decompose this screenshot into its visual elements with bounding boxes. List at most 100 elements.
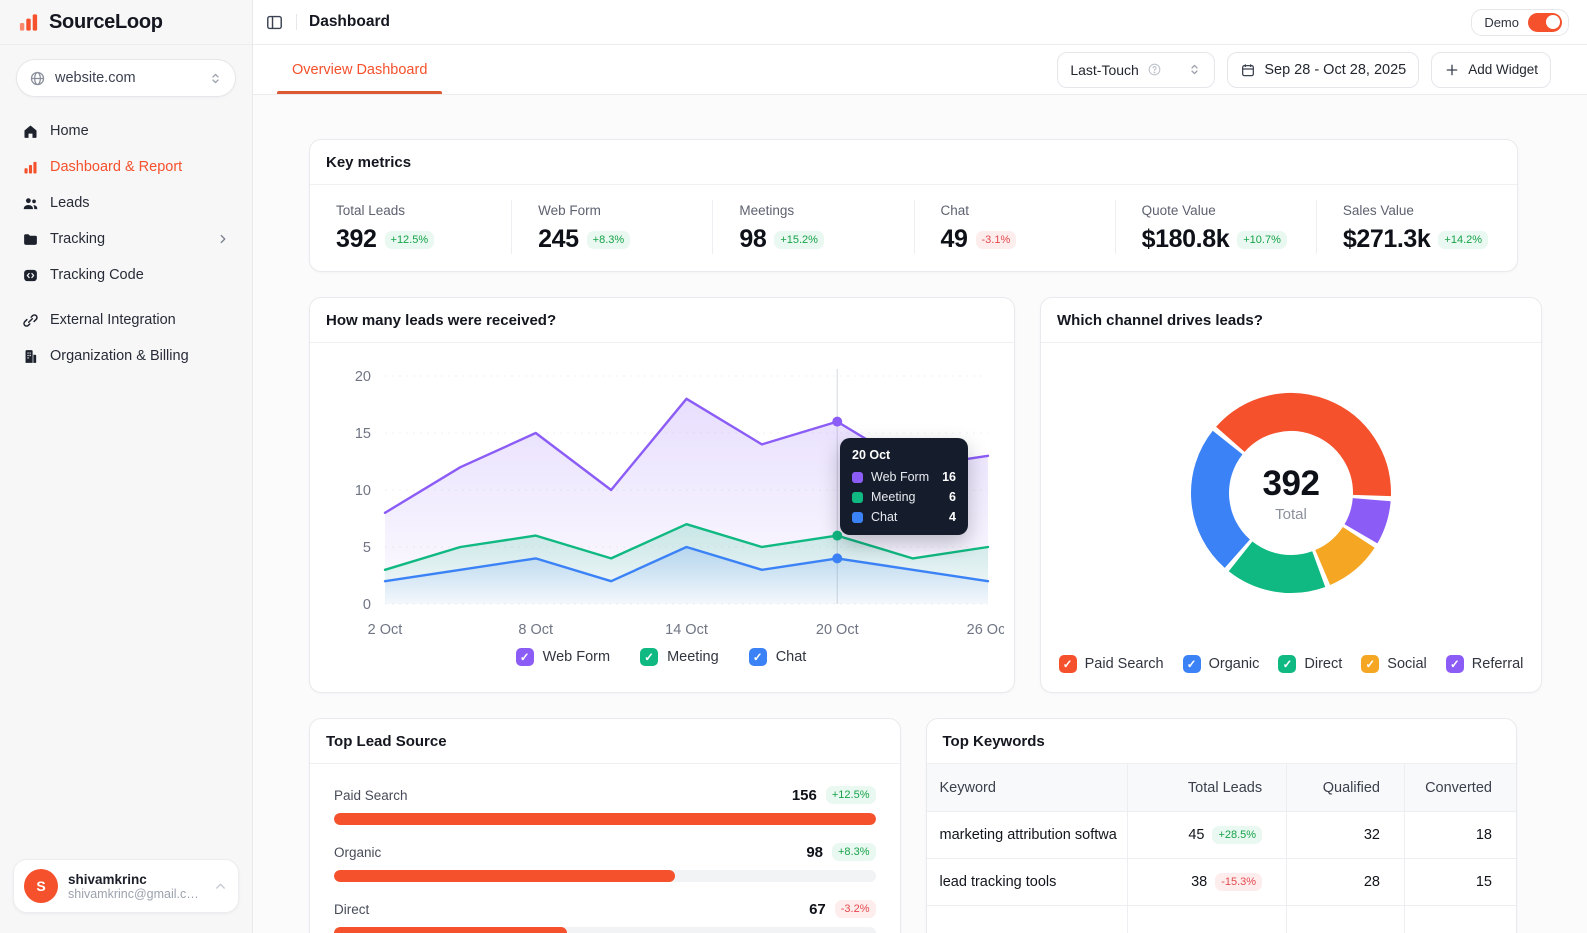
legend-social[interactable]: Social <box>1361 655 1427 673</box>
sidebar-item-dashboard-report[interactable]: Dashboard & Report <box>12 149 240 185</box>
divider <box>296 14 297 30</box>
page-title: Dashboard <box>309 13 390 31</box>
lead-source-row-paid-search: Paid Search 156+12.5% <box>334 786 876 825</box>
checkbox-icon <box>1361 655 1379 673</box>
sidebar-item-tracking[interactable]: Tracking <box>12 221 240 257</box>
checkbox-icon <box>516 648 534 666</box>
sidebar-toggle-icon[interactable] <box>265 13 284 32</box>
demo-label: Demo <box>1484 15 1519 30</box>
chevron-up-down-icon <box>208 71 223 86</box>
link-icon <box>22 312 39 329</box>
checkbox-icon <box>1446 655 1464 673</box>
svg-text:5: 5 <box>363 540 371 556</box>
sidebar-item-organization-billing[interactable]: Organization & Billing <box>12 338 240 374</box>
date-range-value: Sep 28 - Oct 28, 2025 <box>1264 62 1406 78</box>
svg-text:8 Oct: 8 Oct <box>518 622 553 638</box>
key-metrics-title: Key metrics <box>326 154 411 171</box>
donut-legend: Paid Search Organic Direct Social Referr… <box>1059 655 1524 673</box>
demo-toggle-pill: Demo <box>1471 9 1569 36</box>
lead-source-row-organic: Organic 98+8.3% <box>334 843 876 882</box>
change-badge: +12.5% <box>385 231 435 249</box>
svg-text:15: 15 <box>355 426 371 442</box>
website-selector[interactable]: website.com <box>16 59 236 97</box>
svg-text:0: 0 <box>363 597 371 613</box>
col-qualified: Qualified <box>1286 764 1404 812</box>
sidebar-item-leads[interactable]: Leads <box>12 185 240 221</box>
metric-quote-value: Quote Value $180.8k+10.7% <box>1115 200 1316 254</box>
top-keywords-card: Top Keywords Keyword Total Leads Qualifi… <box>926 718 1518 933</box>
leads-received-card: How many leads were received? 051015202 … <box>309 297 1015 693</box>
demo-switch[interactable] <box>1528 13 1562 32</box>
sidebar: SourceLoop website.com Home Dashboard & … <box>0 0 253 933</box>
sidebar-item-external-integration[interactable]: External Integration <box>12 302 240 338</box>
brand-logo: SourceLoop <box>0 0 252 45</box>
svg-text:26 Oct: 26 Oct <box>967 622 1004 638</box>
user-profile[interactable]: S shivamkrinc shivamkrinc@gmail.com <box>13 859 239 913</box>
change-badge: +12.5% <box>826 786 876 804</box>
legend-referral[interactable]: Referral <box>1446 655 1524 673</box>
home-icon <box>22 123 39 140</box>
top-lead-source-card: Top Lead Source Paid Search 156+12.5% Or… <box>309 718 901 933</box>
legend-organic[interactable]: Organic <box>1183 655 1260 673</box>
website-name: website.com <box>55 70 199 86</box>
dashboard-content: Key metrics Total Leads 392+12.5% Web Fo… <box>253 95 1587 933</box>
globe-icon <box>29 70 46 87</box>
sidebar-item-label: Home <box>50 123 89 139</box>
svg-text:14 Oct: 14 Oct <box>665 622 708 638</box>
bar-track <box>334 813 876 825</box>
bar-track <box>334 927 876 933</box>
checkbox-icon <box>1183 655 1201 673</box>
sidebar-item-label: Tracking Code <box>50 267 144 283</box>
user-name: shivamkrinc <box>68 872 203 887</box>
bar-track <box>334 870 876 882</box>
sidebar-item-label: Dashboard & Report <box>50 159 182 175</box>
col-keyword: Keyword <box>927 764 1127 812</box>
metric-web-form: Web Form 245+8.3% <box>511 200 712 254</box>
users-icon <box>22 195 39 212</box>
change-badge: +15.2% <box>774 231 824 249</box>
top-header: Dashboard Demo <box>253 0 1587 45</box>
legend-direct[interactable]: Direct <box>1278 655 1342 673</box>
change-badge: -15.3% <box>1215 873 1262 891</box>
add-widget-button[interactable]: Add Widget <box>1431 52 1551 88</box>
date-range-picker[interactable]: Sep 28 - Oct 28, 2025 <box>1227 52 1419 88</box>
change-badge: -3.1% <box>976 231 1017 249</box>
channel-donut-chart: 392 Total Paid Search Organic Direct Soc… <box>1041 343 1541 692</box>
sidebar-nav: Home Dashboard & Report Leads Tracking T… <box>0 107 252 380</box>
lead-source-row-direct: Direct 67-3.2% <box>334 900 876 933</box>
keywords-table-header: Keyword Total Leads Qualified Converted <box>927 764 1517 812</box>
svg-text:10: 10 <box>355 483 371 499</box>
bar-fill <box>334 813 876 825</box>
sidebar-item-label: Organization & Billing <box>50 348 189 364</box>
sidebar-item-tracking-code[interactable]: Tracking Code <box>12 257 240 293</box>
sidebar-item-home[interactable]: Home <box>12 113 240 149</box>
brand-name: SourceLoop <box>49 11 163 34</box>
line-chart-legend: Web Form Meeting Chat <box>314 648 1008 666</box>
keyword-row: lead tracking tools 38-15.3% 28 15 <box>927 859 1517 906</box>
bar-chart-icon <box>22 159 39 176</box>
dashboard-toolbar: Overview Dashboard Last-Touch Sep 28 - O… <box>253 45 1587 95</box>
meeting-swatch <box>852 492 863 503</box>
svg-text:2 Oct: 2 Oct <box>368 622 403 638</box>
checkbox-icon <box>749 648 767 666</box>
keyword-row <box>927 906 1517 933</box>
channel-donut-card: Which channel drives leads? 392 Total Pa… <box>1040 297 1542 693</box>
chevron-up-down-icon <box>1187 62 1202 77</box>
help-icon <box>1147 62 1162 77</box>
checkbox-icon <box>1059 655 1077 673</box>
legend-chat[interactable]: Chat <box>749 648 807 666</box>
tab-overview-dashboard[interactable]: Overview Dashboard <box>277 45 442 94</box>
change-badge: -3.2% <box>835 900 876 918</box>
chart-tooltip: 20 Oct Web Form16 Meeting6 Chat4 <box>840 438 968 535</box>
legend-meeting[interactable]: Meeting <box>640 648 719 666</box>
donut-total-value: 392 <box>1263 464 1320 504</box>
top-keywords-title: Top Keywords <box>943 733 1045 750</box>
change-badge: +8.3% <box>587 231 631 249</box>
attribution-select[interactable]: Last-Touch <box>1057 52 1215 88</box>
legend-paid-search[interactable]: Paid Search <box>1059 655 1164 673</box>
user-email: shivamkrinc@gmail.com <box>68 887 203 901</box>
change-badge: +28.5% <box>1212 826 1262 844</box>
donut-total-label: Total <box>1275 506 1307 523</box>
calendar-icon <box>1240 62 1256 78</box>
legend-web-form[interactable]: Web Form <box>516 648 610 666</box>
